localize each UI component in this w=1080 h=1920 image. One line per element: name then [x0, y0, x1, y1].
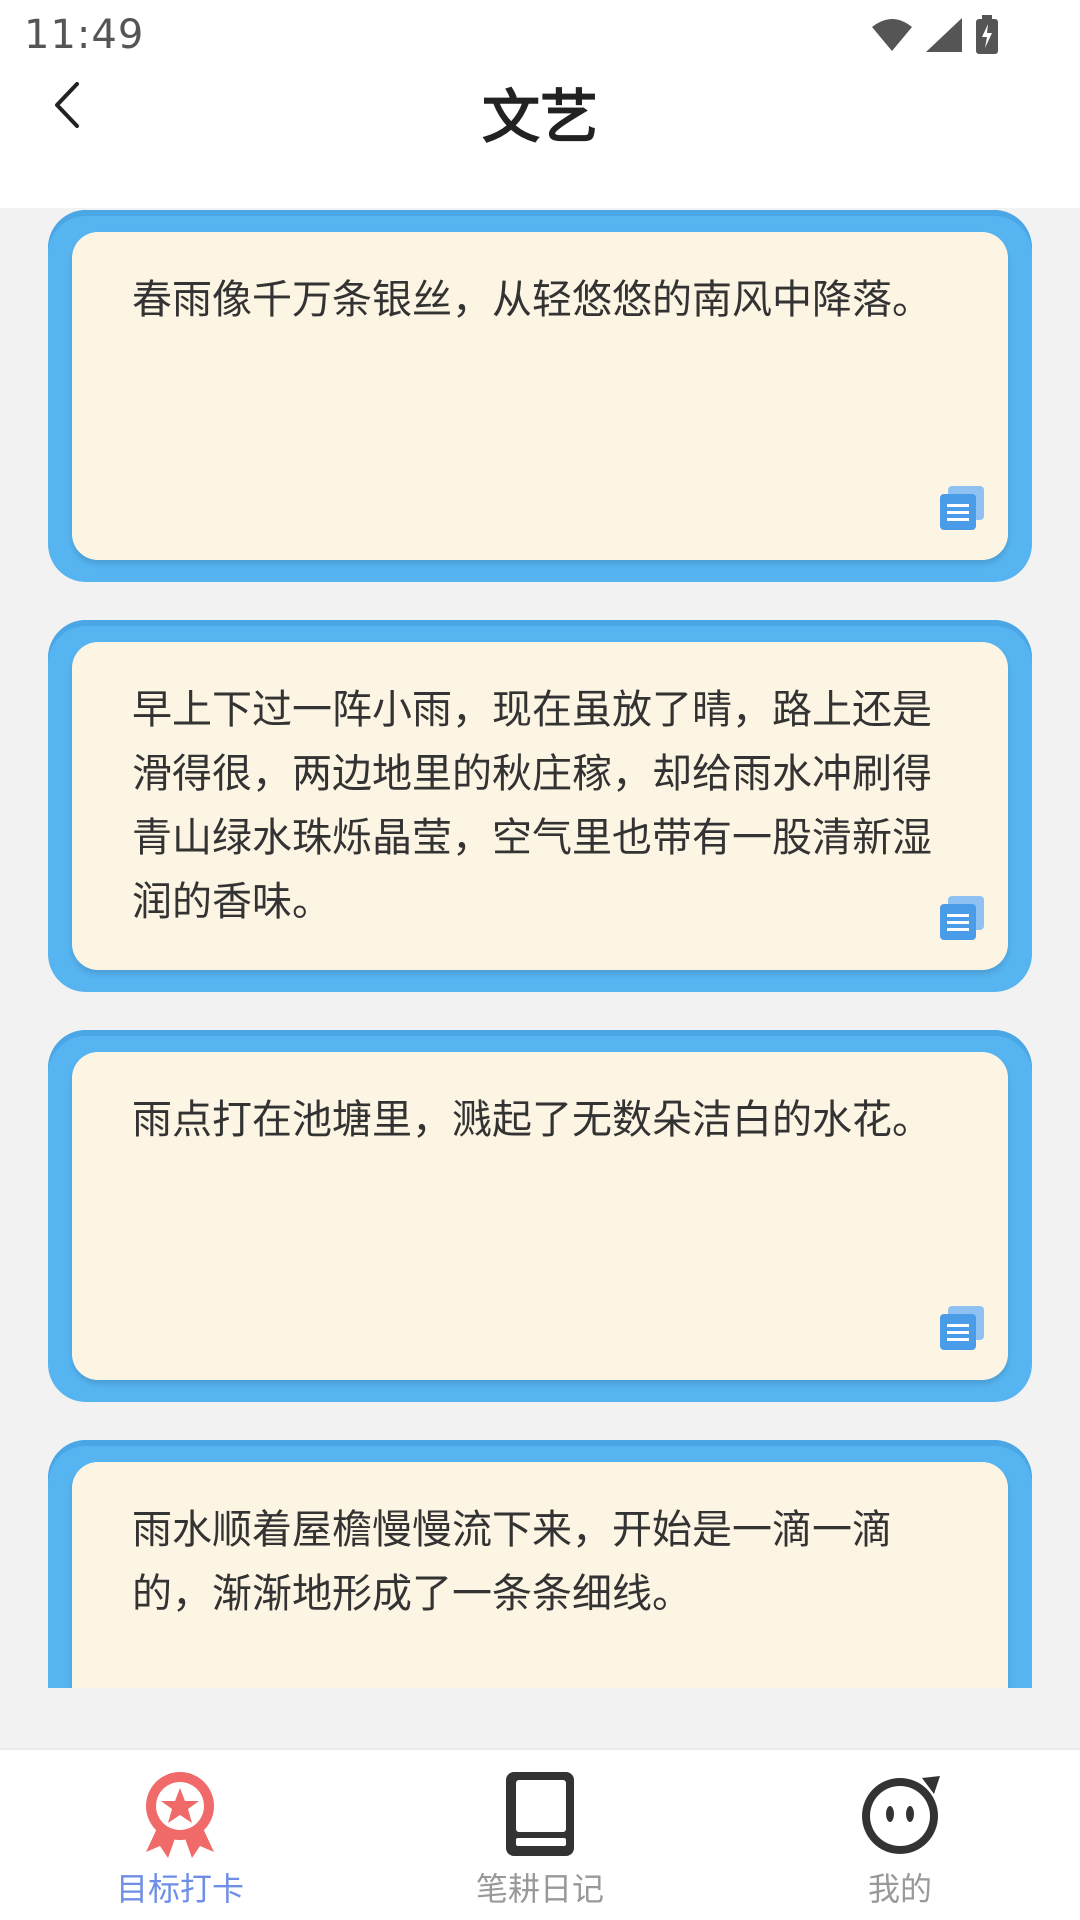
nav-item-mine[interactable]: 我的: [780, 1768, 1020, 1918]
copy-icon: [940, 1306, 984, 1350]
sentence-card: 春雨像千万条银丝，从轻悠悠的南风中降落。: [48, 210, 1032, 582]
sentence-text: 早上下过一阵小雨，现在虽放了晴，路上还是滑得很，两边地里的秋庄稼，却给雨水冲刷得…: [132, 687, 932, 925]
sentence-list[interactable]: 春雨像千万条银丝，从轻悠悠的南风中降落。 早上下过一阵小雨，现在虽放了晴，路上还…: [0, 208, 1080, 1688]
copy-button[interactable]: [938, 1304, 986, 1352]
copy-icon: [940, 896, 984, 940]
nav-item-goal-checkin[interactable]: 目标打卡: [60, 1768, 300, 1918]
sentence-text: 雨点打在池塘里，溅起了无数朵洁白的水花。: [132, 1097, 932, 1143]
copy-icon: [940, 486, 984, 530]
battery-icon: [976, 15, 998, 54]
nav-label-goal-checkin: 目标打卡: [115, 1870, 244, 1908]
wifi-icon: [872, 19, 912, 51]
sentence-text: 春雨像千万条银丝，从轻悠悠的南风中降落。: [132, 277, 932, 323]
nav-item-diary[interactable]: 笔耕日记: [420, 1768, 660, 1918]
sentence-card-body: 雨水顺着屋檐慢慢流下来，开始是一滴一滴的，渐渐地形成了一条条细线。: [72, 1462, 1008, 1688]
header: 11:49 文艺: [0, 0, 1080, 208]
copy-button[interactable]: [938, 894, 986, 942]
sentence-card-body: 早上下过一阵小雨，现在虽放了晴，路上还是滑得很，两边地里的秋庄稼，却给雨水冲刷得…: [72, 642, 1008, 970]
badge-icon: [146, 1772, 214, 1858]
sentence-card: 雨水顺着屋檐慢慢流下来，开始是一滴一滴的，渐渐地形成了一条条细线。: [48, 1440, 1032, 1688]
sentence-card-body: 雨点打在池塘里，溅起了无数朵洁白的水花。: [72, 1052, 1008, 1380]
app: 11:49 文艺 春雨像千万条银丝，从轻悠悠的南风中降落。 早上下过一阵小雨，现…: [0, 0, 1080, 1920]
status-icons: [870, 14, 1000, 56]
sentence-card: 雨点打在池塘里，溅起了无数朵洁白的水花。: [48, 1030, 1032, 1402]
nav-label-diary: 笔耕日记: [475, 1870, 604, 1908]
sentence-card: 早上下过一阵小雨，现在虽放了晴，路上还是滑得很，两边地里的秋庄稼，却给雨水冲刷得…: [48, 620, 1032, 992]
status-time: 11:49: [24, 12, 145, 58]
nav-label-mine: 我的: [867, 1870, 932, 1908]
book-icon: [506, 1772, 574, 1856]
page-title: 文艺: [481, 83, 598, 151]
sentence-text: 雨水顺着屋檐慢慢流下来，开始是一滴一滴的，渐渐地形成了一条条细线。: [132, 1507, 892, 1617]
signal-icon: [926, 18, 962, 52]
face-icon: [862, 1776, 940, 1854]
bottom-nav: 目标打卡 笔耕日记 我的: [0, 1748, 1080, 1920]
copy-button[interactable]: [938, 484, 986, 532]
sentence-card-body: 春雨像千万条银丝，从轻悠悠的南风中降落。: [72, 232, 1008, 560]
